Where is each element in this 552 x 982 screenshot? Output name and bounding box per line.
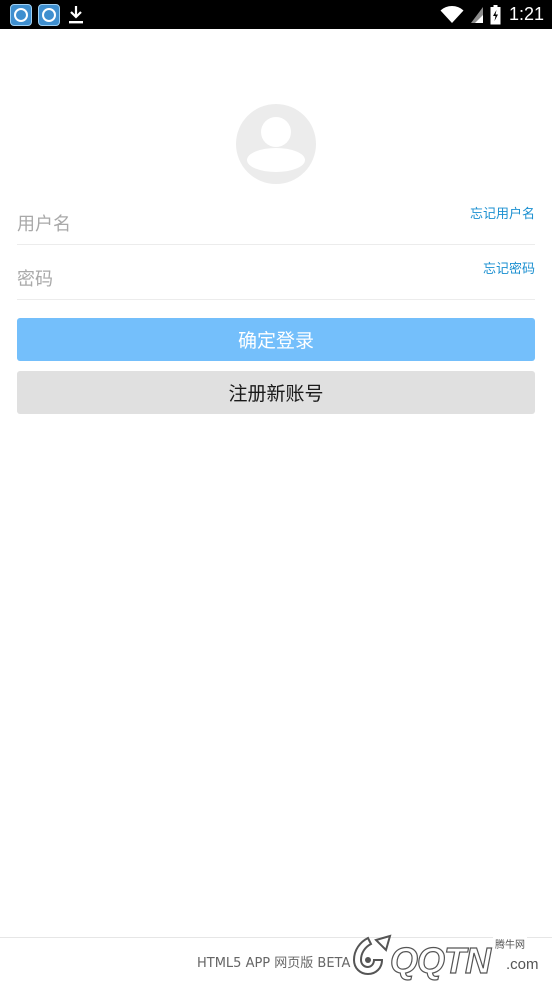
wifi-icon bbox=[440, 5, 464, 24]
app-icon bbox=[10, 3, 32, 26]
watermark-main-text: QQTN bbox=[389, 939, 491, 981]
password-row: 忘记密码 bbox=[17, 256, 535, 300]
forgot-password-link[interactable]: 忘记密码 bbox=[483, 258, 535, 277]
username-input[interactable] bbox=[17, 210, 417, 238]
avatar-body-icon bbox=[247, 148, 305, 172]
app-icon bbox=[38, 3, 60, 26]
signal-icon bbox=[470, 6, 484, 24]
forgot-username-link[interactable]: 忘记用户名 bbox=[470, 203, 535, 222]
password-input[interactable] bbox=[17, 265, 417, 293]
username-row: 忘记用户名 bbox=[17, 201, 535, 245]
register-button[interactable]: 注册新账号 bbox=[17, 371, 535, 414]
battery-icon bbox=[490, 4, 501, 25]
avatar-head-icon bbox=[261, 117, 291, 147]
watermark-small-text: 腾牛网 bbox=[493, 936, 527, 951]
watermark: QQTN .com 腾牛网 bbox=[346, 930, 546, 982]
footer-text: HTML5 APP 网页版 BETA bbox=[197, 956, 351, 971]
status-bar: 1:21 bbox=[0, 0, 552, 29]
download-icon bbox=[66, 4, 86, 26]
system-icons: 1:21 bbox=[440, 0, 544, 29]
notification-icons bbox=[10, 3, 86, 26]
clock: 1:21 bbox=[508, 4, 544, 24]
avatar bbox=[236, 104, 316, 184]
watermark-suffix-text: .com bbox=[506, 956, 539, 973]
login-button[interactable]: 确定登录 bbox=[17, 318, 535, 361]
watermark-logo-icon bbox=[352, 934, 392, 976]
